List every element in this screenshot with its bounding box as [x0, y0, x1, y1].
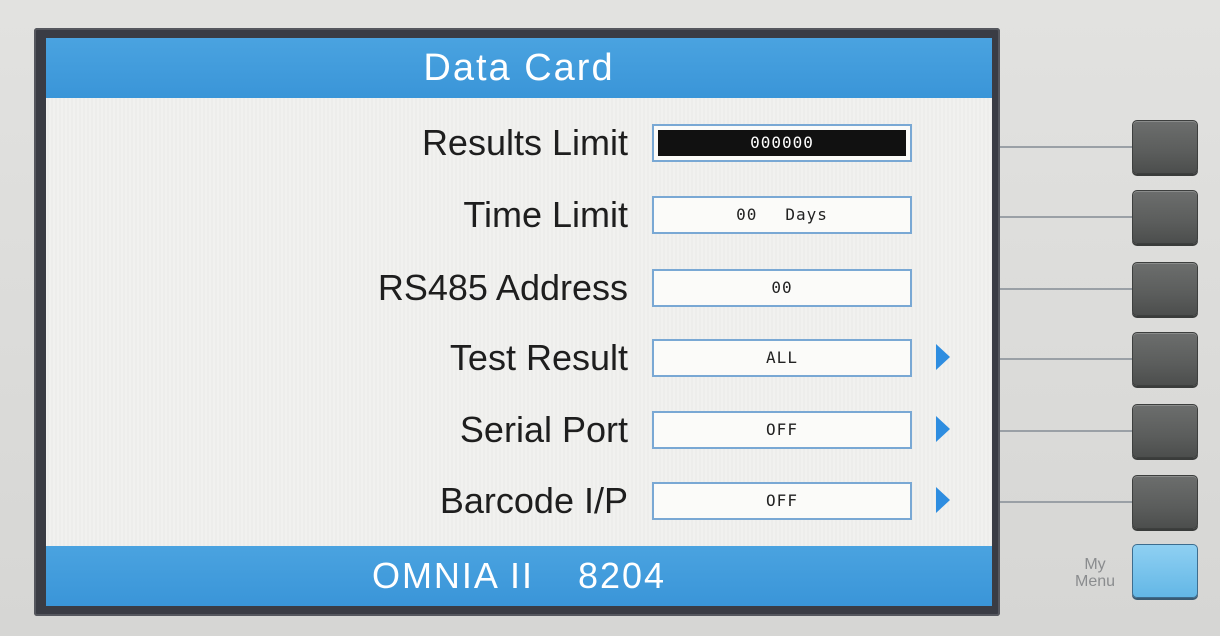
model-number: 8204 [577, 555, 667, 596]
row-label: RS485 Address [377, 267, 628, 308]
row-time-limit[interactable]: Time Limit 00 Days [46, 190, 992, 240]
row-label: Test Result [449, 337, 628, 378]
row-test-result[interactable]: Test Result ALL [46, 333, 992, 383]
softkey-5-button[interactable] [1132, 404, 1198, 458]
my-menu-label: My Menu [1068, 556, 1122, 590]
test-result-field[interactable]: ALL [652, 339, 912, 377]
row-barcode-ip[interactable]: Barcode I/P OFF [46, 476, 992, 526]
row-label: Serial Port [459, 409, 628, 450]
field-value: OFF [766, 420, 798, 439]
field-value: 000000 [658, 130, 906, 156]
submenu-arrow-icon[interactable] [936, 487, 950, 513]
row-rs485-address[interactable]: RS485 Address 00 [46, 263, 992, 313]
barcode-ip-field[interactable]: OFF [652, 482, 912, 520]
field-value: 00 [736, 205, 758, 224]
softkey-connector [1000, 216, 1132, 218]
softkey-connector [1000, 430, 1132, 432]
results-limit-field[interactable]: 000000 [652, 124, 912, 162]
softkey-1-button[interactable] [1132, 120, 1198, 174]
time-limit-field[interactable]: 00 Days [652, 196, 912, 234]
row-results-limit[interactable]: Results Limit 000000 [46, 118, 992, 168]
model-name: OMNIA II [371, 555, 534, 596]
softkey-connector [1000, 358, 1132, 360]
submenu-arrow-icon[interactable] [936, 344, 950, 370]
softkey-3-button[interactable] [1132, 262, 1198, 316]
row-serial-port[interactable]: Serial Port OFF [46, 405, 992, 455]
lcd-screen: Data Card Results Limit 000000 Time Limi… [46, 38, 992, 606]
row-label: Barcode I/P [439, 480, 628, 521]
softkey-connector [1000, 288, 1132, 290]
softkey-6-button[interactable] [1132, 475, 1198, 529]
softkey-connector [1000, 146, 1132, 148]
rs485-address-field[interactable]: 00 [652, 269, 912, 307]
field-value: ALL [766, 348, 798, 367]
field-unit: Days [785, 205, 828, 224]
field-value: 00 [771, 278, 793, 297]
softkey-4-button[interactable] [1132, 332, 1198, 386]
model-footer: OMNIA II 8204 [46, 546, 992, 606]
field-value: OFF [766, 491, 798, 510]
my-menu-label-line1: My [1084, 556, 1106, 573]
row-label: Results Limit [421, 122, 628, 163]
softkey-connector [1000, 501, 1132, 503]
row-label: Time Limit [463, 194, 628, 235]
softkey-2-button[interactable] [1132, 190, 1198, 244]
serial-port-field[interactable]: OFF [652, 411, 912, 449]
my-menu-button[interactable] [1132, 544, 1198, 598]
screen-title: Data Card [46, 38, 992, 98]
submenu-arrow-icon[interactable] [936, 416, 950, 442]
my-menu-label-line2: Menu [1074, 573, 1116, 590]
